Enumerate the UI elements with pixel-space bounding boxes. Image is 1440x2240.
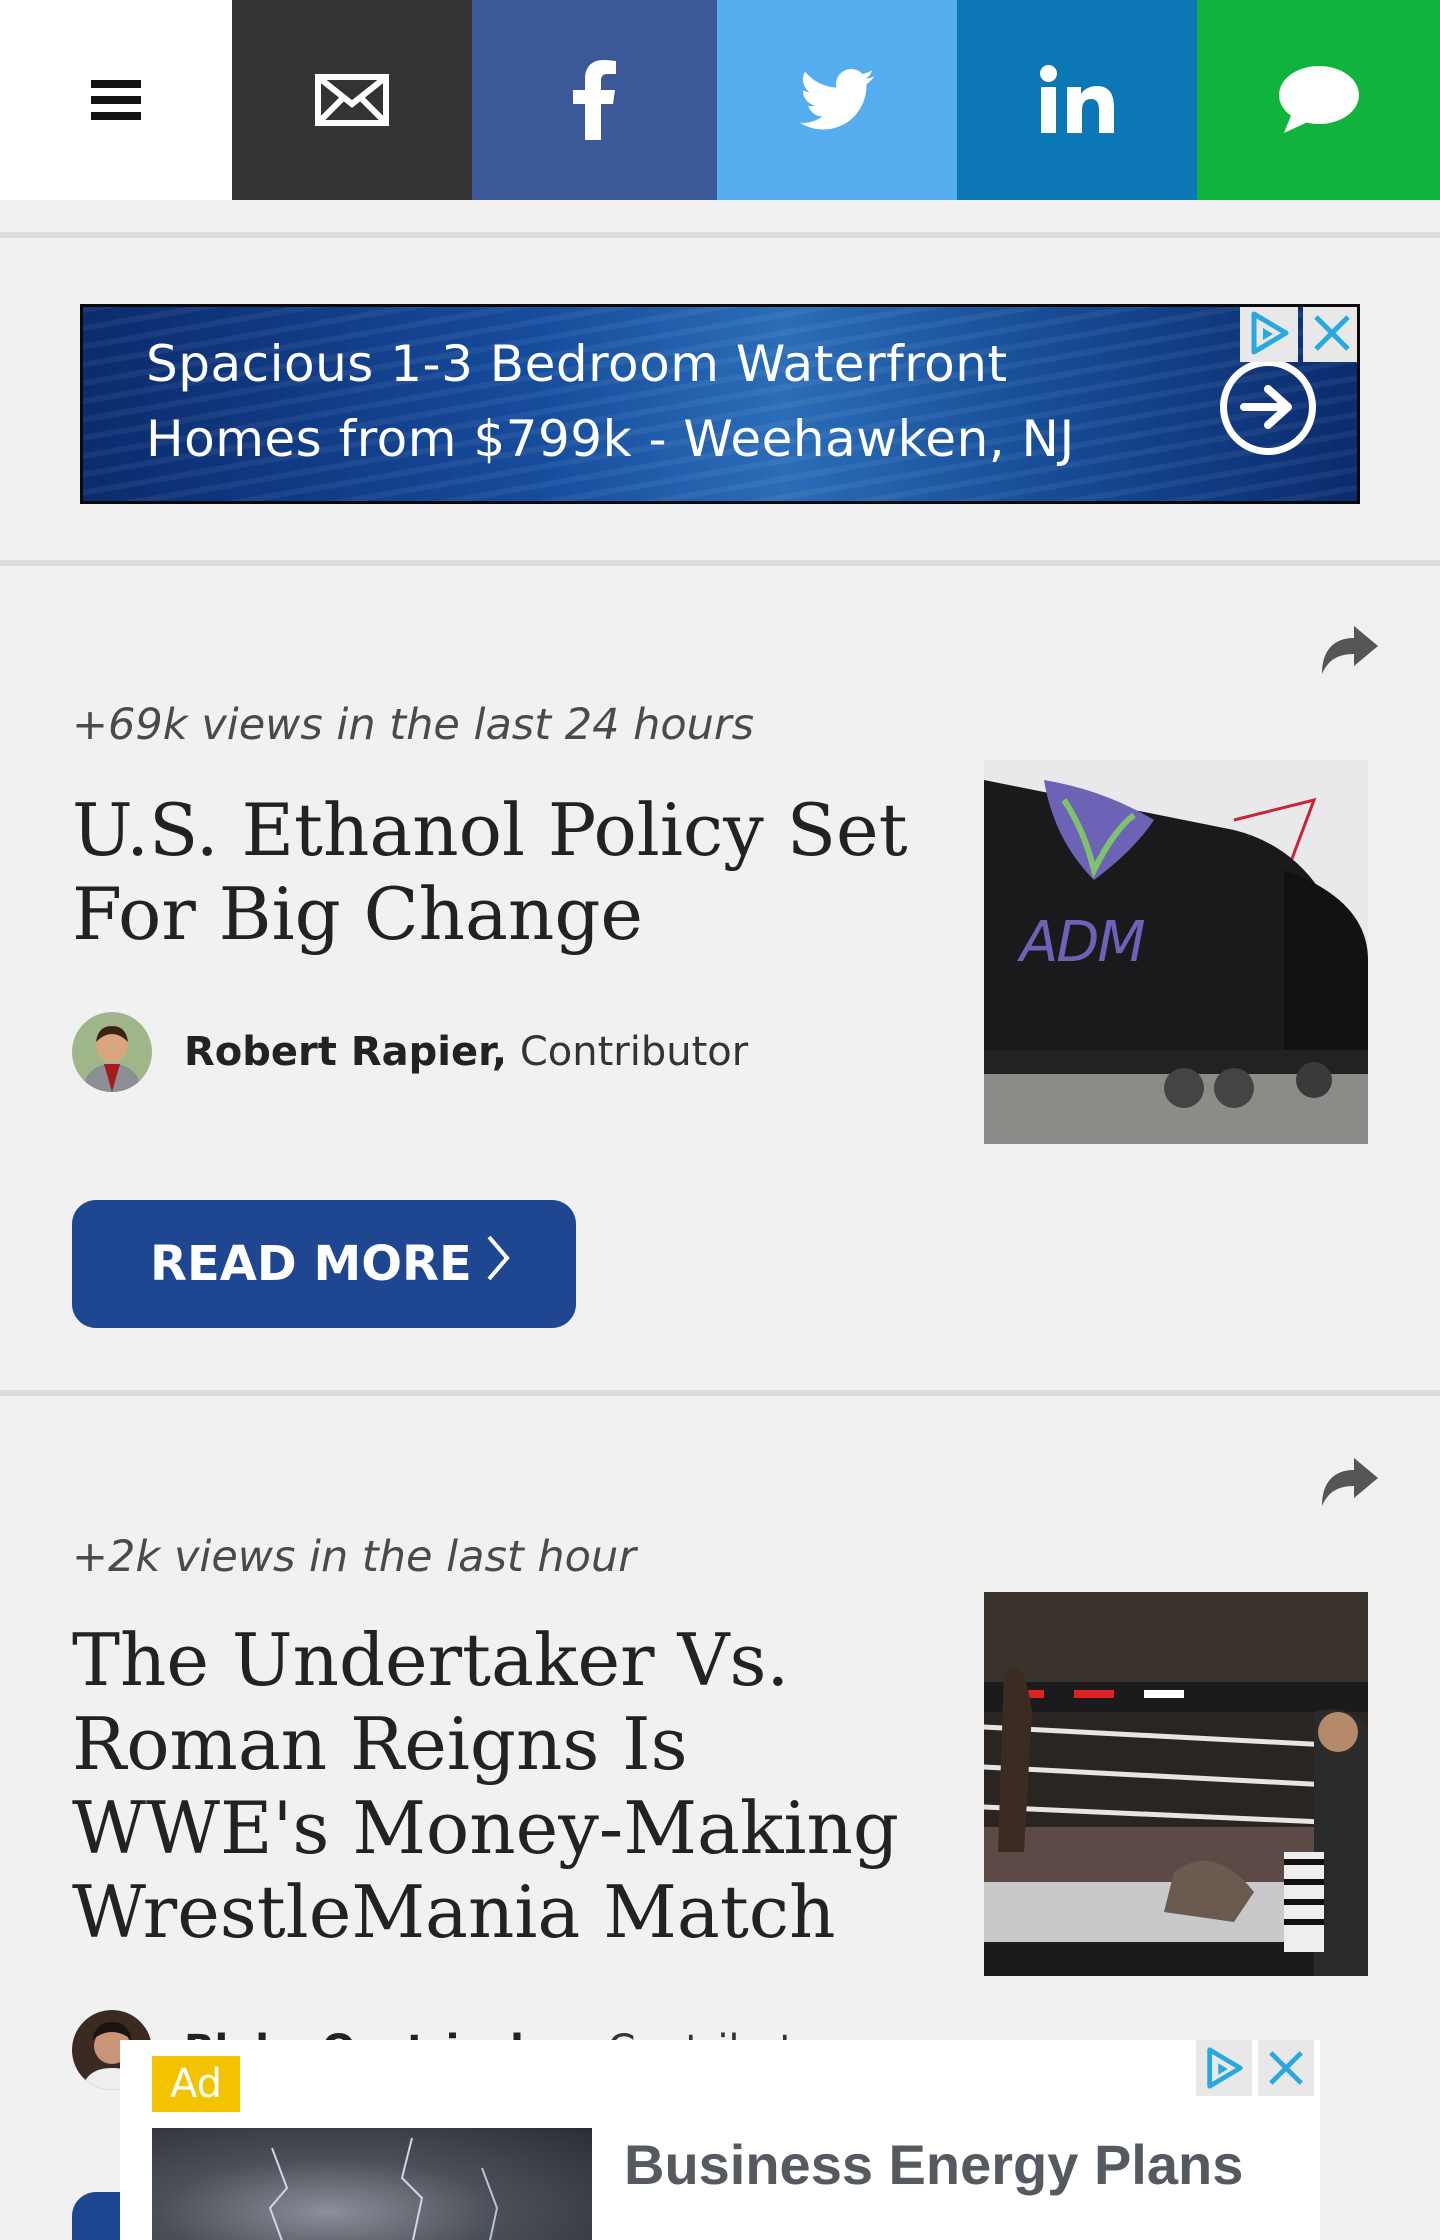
share-toolbar (0, 0, 1440, 200)
thumbnail-logo-text: ADM (1020, 910, 1146, 975)
ad-banner[interactable]: Spacious 1-3 Bedroom Waterfront Homes fr… (80, 304, 1360, 504)
close-icon[interactable] (1303, 307, 1357, 362)
avatar[interactable] (72, 1012, 152, 1092)
ad-text: Spacious 1-3 Bedroom Waterfront Homes fr… (146, 327, 1075, 477)
facebook-icon (572, 60, 617, 140)
author[interactable]: Robert Rapier, Contributor (184, 1029, 748, 1075)
arrow-right-icon[interactable] (1220, 359, 1316, 455)
adchoices-icon[interactable] (1196, 2040, 1252, 2096)
views-count: +69k views in the last 24 hours (72, 700, 755, 750)
share-arrow-icon[interactable] (1320, 1458, 1380, 1508)
chevron-right-icon (486, 1234, 510, 1294)
sms-share-button[interactable] (1197, 0, 1440, 200)
adchoices-icon[interactable] (1240, 307, 1298, 362)
article-thumbnail[interactable]: ADM (984, 760, 1368, 1144)
twitter-icon (799, 69, 875, 131)
article-card: +69k views in the last 24 hours U.S. Eth… (0, 566, 1440, 1390)
facebook-share-button[interactable] (472, 0, 717, 200)
author-name[interactable]: Robert Rapier, (184, 1029, 507, 1075)
bottom-ad[interactable]: Ad Business Energy Plans (120, 2040, 1320, 2240)
article-thumbnail[interactable] (984, 1592, 1368, 1976)
linkedin-share-button[interactable] (957, 0, 1197, 200)
linkedin-icon (1039, 65, 1115, 135)
ad-image[interactable] (152, 2128, 592, 2240)
article-title[interactable]: U.S. Ethanol Policy Set For Big Change (72, 788, 932, 956)
speech-bubble-icon (1278, 65, 1360, 135)
divider (0, 232, 1440, 238)
twitter-share-button[interactable] (717, 0, 957, 200)
ad-title[interactable]: Business Energy Plans (624, 2132, 1243, 2197)
ad-badge: Ad (152, 2056, 240, 2112)
article-title[interactable]: The Undertaker Vs. Roman Reigns Is WWE's… (72, 1618, 932, 1954)
ad-line-1: Spacious 1-3 Bedroom Waterfront (146, 335, 1008, 393)
hamburger-menu-icon (91, 80, 141, 120)
author-role: Contributor (519, 1029, 749, 1075)
share-arrow-icon[interactable] (1320, 626, 1380, 676)
ad-line-2: Homes from $799k - Weehawken, NJ (146, 410, 1075, 468)
close-icon[interactable] (1258, 2040, 1314, 2096)
byline: Robert Rapier, Contributor (72, 1012, 748, 1092)
menu-button[interactable] (0, 0, 232, 200)
envelope-icon (315, 74, 389, 126)
views-count: +2k views in the last hour (72, 1532, 636, 1582)
read-more-label: READ MORE (150, 1236, 472, 1292)
read-more-button[interactable]: READ MORE (72, 1200, 576, 1328)
email-share-button[interactable] (232, 0, 472, 200)
